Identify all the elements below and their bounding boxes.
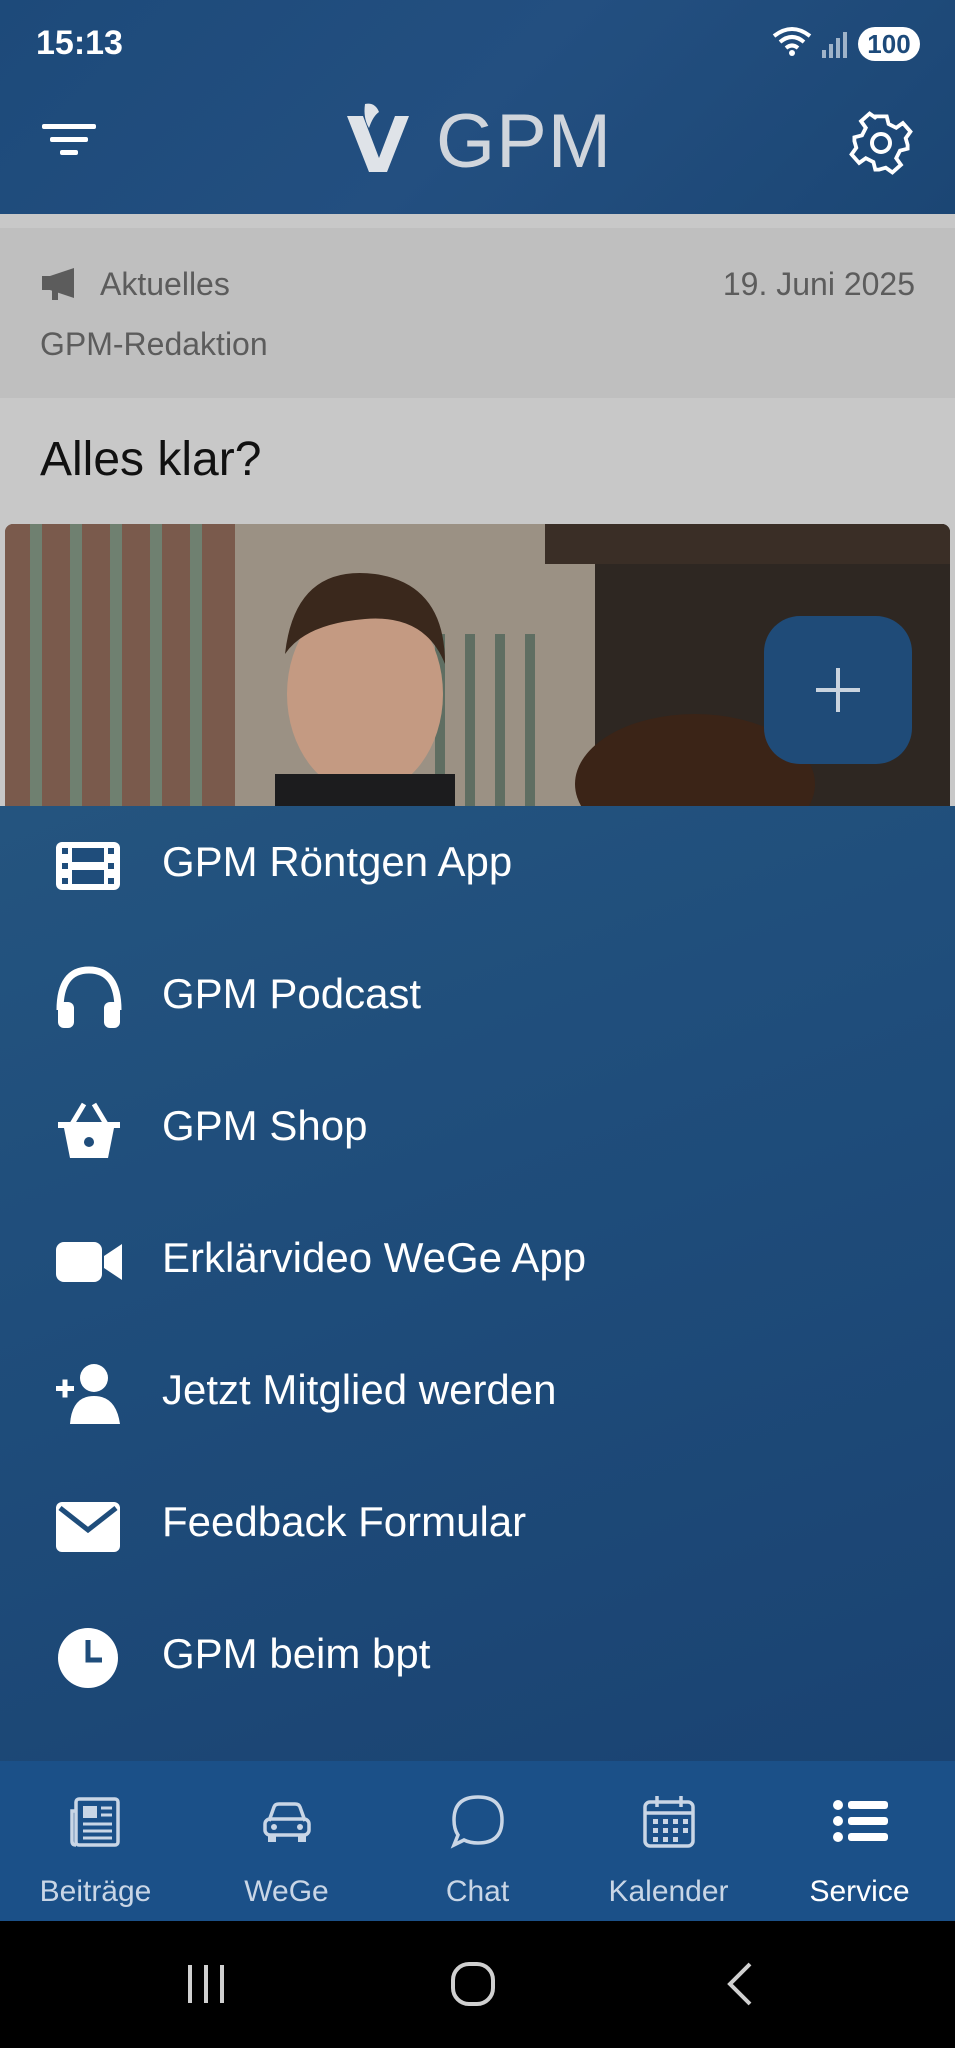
tab-label: WeGe [244, 1875, 329, 1908]
tab-chat[interactable]: Chat [382, 1761, 573, 1921]
envelope-icon [56, 1502, 120, 1552]
home-icon[interactable] [450, 1961, 496, 2007]
menu-item-feedback[interactable]: Feedback Formular [0, 1466, 955, 1586]
gear-icon[interactable] [848, 110, 914, 176]
chat-bubble-icon [450, 1795, 504, 1849]
logo-text: GPM [436, 99, 613, 184]
tab-label: Service [809, 1875, 910, 1908]
service-menu: GPM Röntgen App GPM Podcast GPM Shop Erk… [0, 806, 955, 1761]
calendar-icon [643, 1796, 695, 1848]
tab-label: Beiträge [39, 1875, 152, 1908]
battery-indicator: 100 [858, 27, 920, 61]
menu-item-roentgen-app[interactable]: GPM Röntgen App [0, 806, 955, 926]
plus-icon [816, 668, 860, 712]
clock-icon [58, 1628, 118, 1688]
system-nav-bar [0, 1921, 955, 2048]
menu-item-label: Erklärvideo WeGe App [162, 1234, 587, 1281]
menu-item-label: GPM beim bpt [162, 1630, 431, 1677]
post-author: GPM-Redaktion [40, 326, 268, 362]
car-icon [263, 1802, 311, 1842]
back-icon[interactable] [724, 1961, 756, 2007]
basket-icon [58, 1102, 120, 1158]
list-icon [833, 1800, 888, 1842]
tab-service[interactable]: Service [764, 1761, 955, 1921]
video-camera-icon [56, 1242, 122, 1282]
menu-item-label: Feedback Formular [162, 1498, 527, 1545]
wifi-icon [772, 27, 812, 56]
film-icon [56, 842, 120, 890]
bottom-tab-bar: Beiträge WeGe Chat Kalender Service [0, 1761, 955, 1921]
menu-item-label: Jetzt Mitglied werden [162, 1366, 557, 1413]
menu-item-erklaervideo[interactable]: Erklärvideo WeGe App [0, 1202, 955, 1322]
tab-label: Kalender [608, 1875, 729, 1908]
headphones-icon [56, 966, 122, 1028]
post-header[interactable] [0, 228, 955, 398]
menu-item-podcast[interactable]: GPM Podcast [0, 938, 955, 1058]
tab-label: Chat [445, 1875, 510, 1908]
status-time: 15:13 [36, 24, 123, 62]
menu-item-shop[interactable]: GPM Shop [0, 1070, 955, 1190]
menu-item-bpt[interactable]: GPM beim bpt [0, 1598, 955, 1718]
tab-beitraege[interactable]: Beiträge [0, 1761, 191, 1921]
newspaper-icon [70, 1797, 120, 1847]
add-user-icon [56, 1364, 120, 1424]
signal-icon [822, 32, 847, 58]
menu-item-label: GPM Shop [162, 1102, 368, 1149]
add-fab-button[interactable] [764, 616, 912, 764]
menu-item-label: GPM Podcast [162, 970, 422, 1017]
tab-kalender[interactable]: Kalender [573, 1761, 764, 1921]
menu-item-mitglied[interactable]: Jetzt Mitglied werden [0, 1334, 955, 1454]
menu-item-label: GPM Röntgen App [162, 838, 513, 885]
filter-icon[interactable] [40, 118, 100, 162]
gpm-logo-mark [347, 103, 409, 172]
megaphone-icon [42, 268, 74, 300]
tab-wege[interactable]: WeGe [191, 1761, 382, 1921]
post-date: 19. Juni 2025 [722, 266, 915, 302]
post-category: Aktuelles [100, 266, 230, 302]
post-title[interactable]: Alles klar? [40, 432, 261, 487]
recent-apps-icon[interactable] [186, 1963, 226, 2005]
